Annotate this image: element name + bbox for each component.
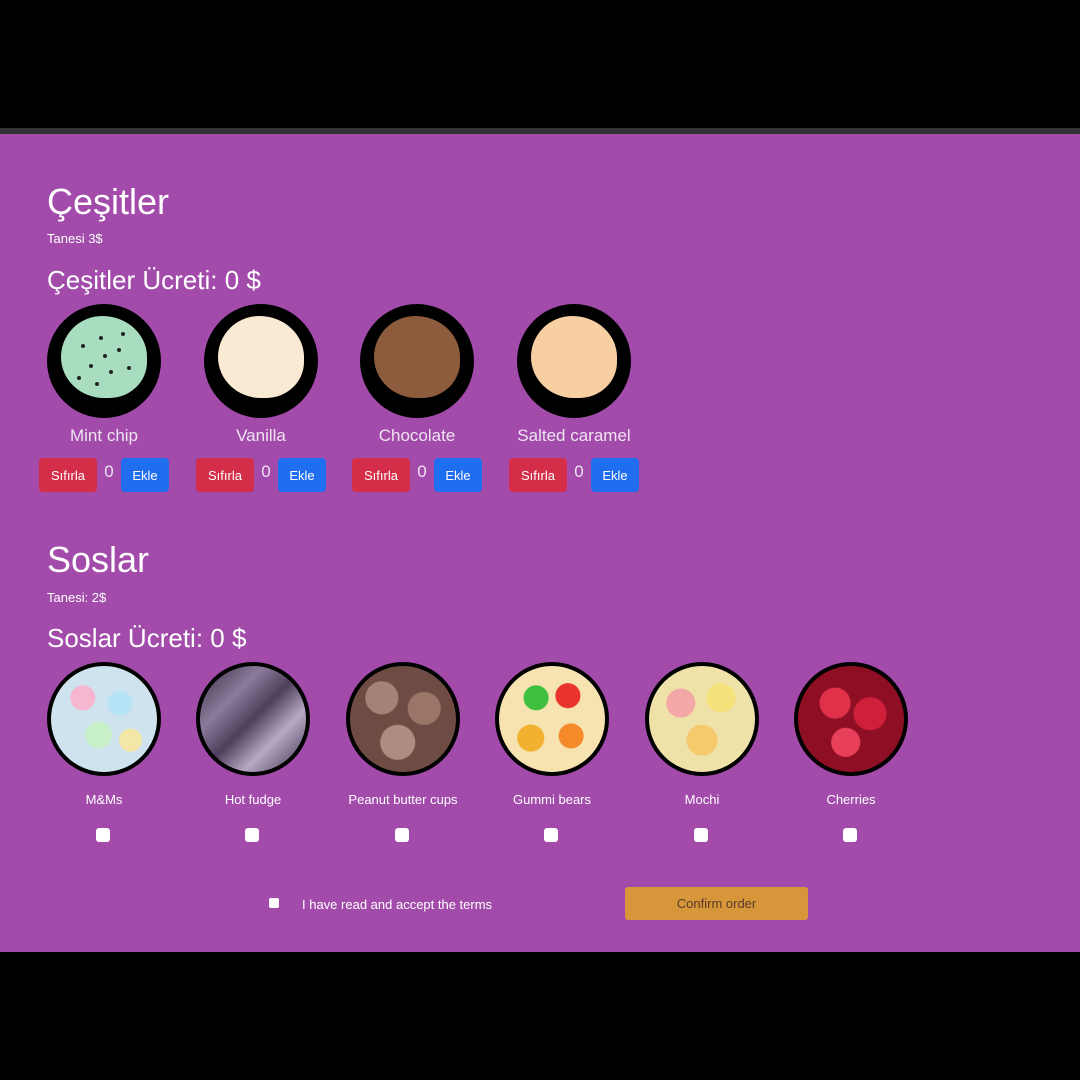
salted-caramel-scoop	[531, 316, 617, 398]
topping-name: Peanut butter cups	[348, 792, 458, 807]
flavor-name: Mint chip	[69, 426, 139, 445]
mms-checkbox[interactable]	[96, 828, 110, 842]
flavor-card-salted-caramel: Salted caramel Sıfırla 0 Ekle	[509, 304, 699, 504]
flavor-name: Salted caramel	[517, 426, 631, 445]
topping-card-peanut-butter-cups: Peanut butter cups	[328, 662, 478, 852]
vanilla-scoop	[218, 316, 304, 398]
toppings-unit-price: Tanesi: 2$	[47, 590, 107, 605]
topping-name: Hot fudge	[224, 792, 282, 807]
order-page: Çeşitler Tanesi 3$ Çeşitler Ücreti: 0 $ …	[0, 134, 1080, 952]
chocolate-image	[360, 304, 474, 418]
count-vanilla: 0	[261, 462, 271, 481]
reset-button-chocolate[interactable]: Sıfırla	[352, 458, 410, 492]
flavors-fee: Çeşitler Ücreti: 0 $	[47, 265, 261, 295]
reset-button-vanilla[interactable]: Sıfırla	[196, 458, 254, 492]
topping-card-gummi-bears: Gummi bears	[477, 662, 627, 852]
count-chocolate: 0	[417, 462, 427, 481]
mochi-checkbox[interactable]	[694, 828, 708, 842]
vanilla-image	[204, 304, 318, 418]
flavors-unit-price: Tanesi 3$	[47, 231, 103, 246]
add-button-salted-caramel[interactable]: Ekle	[591, 458, 639, 492]
cherries-image	[794, 662, 908, 776]
peanut-butter-cups-checkbox[interactable]	[395, 828, 409, 842]
chocolate-scoop	[374, 316, 460, 398]
topping-name: M&Ms	[85, 792, 123, 807]
mint-chip-scoop	[61, 316, 147, 398]
top-black-bar	[0, 0, 1080, 128]
flavors-title: Çeşitler	[47, 181, 170, 222]
flavor-name: Chocolate	[378, 426, 456, 445]
add-button-chocolate[interactable]: Ekle	[434, 458, 482, 492]
topping-card-mochi: Mochi	[627, 662, 777, 852]
cherries-checkbox[interactable]	[843, 828, 857, 842]
toppings-title: Soslar	[47, 539, 150, 580]
topping-card-mms: M&Ms	[29, 662, 179, 852]
flavor-name: Vanilla	[236, 426, 286, 445]
reset-button-mint-chip[interactable]: Sıfırla	[39, 458, 97, 492]
topping-name: Gummi bears	[512, 792, 592, 807]
mint-chip-image	[47, 304, 161, 418]
mochi-image	[645, 662, 759, 776]
count-salted-caramel: 0	[574, 462, 584, 481]
hot-fudge-image	[196, 662, 310, 776]
hot-fudge-checkbox[interactable]	[245, 828, 259, 842]
confirm-order-button[interactable]: Confirm order	[625, 887, 808, 920]
topping-name: Cherries	[826, 792, 876, 807]
terms-label: I have read and accept the terms	[302, 897, 493, 912]
add-button-vanilla[interactable]: Ekle	[278, 458, 326, 492]
topping-card-hot-fudge: Hot fudge	[178, 662, 328, 852]
topping-name: Mochi	[684, 792, 720, 807]
gummi-bears-image	[495, 662, 609, 776]
peanut-butter-cups-image	[346, 662, 460, 776]
mint-chip-chips	[77, 332, 131, 386]
mms-image	[47, 662, 161, 776]
bottom-black-bar	[0, 952, 1080, 1080]
toppings-fee: Soslar Ücreti: 0 $	[47, 623, 247, 653]
terms-checkbox[interactable]	[269, 898, 279, 908]
topping-card-cherries: Cherries	[776, 662, 926, 852]
salted-caramel-image	[517, 304, 631, 418]
gummi-bears-checkbox[interactable]	[544, 828, 558, 842]
add-button-mint-chip[interactable]: Ekle	[121, 458, 169, 492]
reset-button-salted-caramel[interactable]: Sıfırla	[509, 458, 567, 492]
count-mint-chip: 0	[104, 462, 114, 481]
